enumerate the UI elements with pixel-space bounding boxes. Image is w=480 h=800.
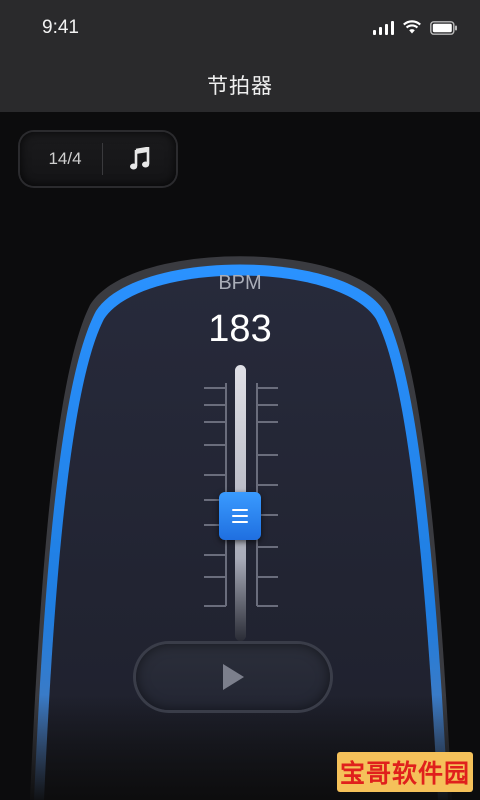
cellular-signal-icon xyxy=(373,20,394,35)
watermark-text: 宝哥软件园 xyxy=(339,760,470,788)
app-header: 节拍器 xyxy=(0,62,480,112)
play-icon xyxy=(223,664,244,690)
metronome-screen: 9:41 节拍器 14/4 BPM 183 宝哥软件园 xyxy=(0,0,480,800)
page-title: 节拍器 xyxy=(207,75,273,98)
battery-icon xyxy=(430,20,457,35)
time-signature-value[interactable]: 14/4 xyxy=(28,149,102,169)
status-bar: 9:41 xyxy=(0,0,480,62)
sound-button[interactable] xyxy=(103,147,176,171)
bpm-label: BPM xyxy=(218,272,262,294)
bpm-value: 183 xyxy=(208,308,272,350)
beat-selector[interactable]: 14/4 xyxy=(20,132,176,186)
play-button[interactable] xyxy=(136,644,330,710)
watermark-logo: 宝哥软件园 xyxy=(337,752,473,792)
wifi-icon xyxy=(403,20,421,34)
music-note-icon xyxy=(129,147,149,170)
bpm-slider-thumb[interactable] xyxy=(219,492,261,540)
status-icons xyxy=(373,20,458,35)
status-time: 9:41 xyxy=(42,17,79,38)
